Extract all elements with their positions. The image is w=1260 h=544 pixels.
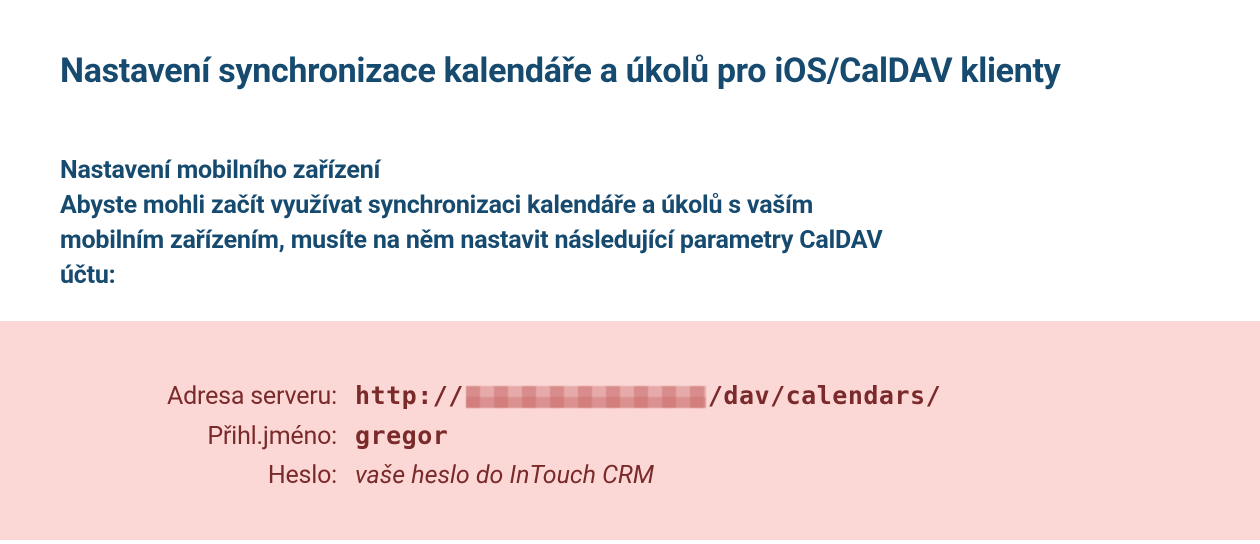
param-row-server: Adresa serveru: http:// /dav/calendars/ — [60, 381, 1200, 411]
param-label-login: Přihl.jméno: — [60, 422, 355, 451]
caldav-params-panel: Adresa serveru: http:// /dav/calendars/ P… — [0, 321, 1260, 540]
intro-block: Nastavení mobilního zařízení Abyste mohl… — [60, 153, 920, 293]
param-row-password: Heslo: vaše heslo do InTouch CRM — [60, 461, 1200, 490]
param-label-password: Heslo: — [60, 461, 355, 490]
param-value-login: gregor — [355, 421, 448, 450]
redacted-host — [466, 386, 706, 408]
server-url-suffix: /dav/calendars/ — [708, 381, 941, 410]
param-row-login: Přihl.jméno: gregor — [60, 421, 1200, 451]
intro-heading: Nastavení mobilního zařízení — [60, 153, 920, 188]
intro-text: Abyste mohli začít využívat synchronizac… — [60, 188, 920, 293]
param-label-server: Adresa serveru: — [60, 382, 355, 411]
content-wrapper: Nastavení synchronizace kalendáře a úkol… — [0, 0, 1260, 293]
page-title: Nastavení synchronizace kalendáře a úkol… — [60, 50, 1200, 93]
param-value-server: http:// /dav/calendars/ — [355, 381, 941, 410]
param-value-password: vaše heslo do InTouch CRM — [355, 461, 654, 490]
server-url-prefix: http:// — [355, 381, 464, 410]
